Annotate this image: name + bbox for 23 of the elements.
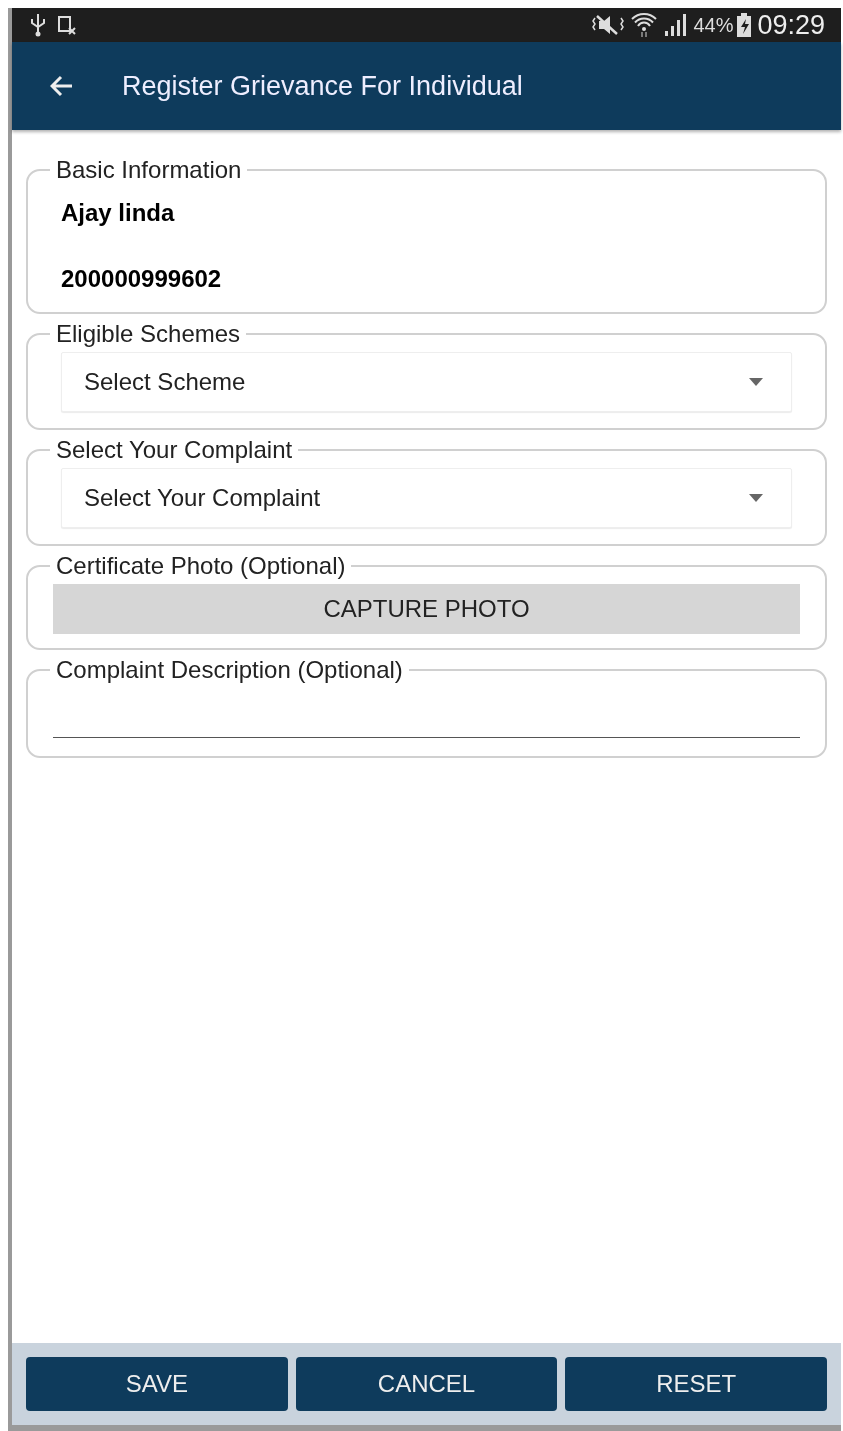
wifi-icon	[631, 12, 658, 38]
section-legend: Basic Information	[50, 156, 248, 184]
section-legend: Complaint Description (Optional)	[50, 656, 409, 684]
clock-time: 09:29	[757, 8, 825, 42]
screen-title: Register Grievance For Individual	[122, 69, 523, 103]
dropdown-field[interactable]: Select Scheme	[61, 352, 792, 412]
info-text: Ajay linda	[61, 198, 176, 228]
action-button[interactable]: SAVE	[26, 1357, 288, 1411]
usb-icon	[28, 13, 48, 37]
section-legend: Eligible Schemes	[50, 320, 247, 348]
dropdown-caret-icon	[749, 378, 763, 386]
capture-photo-button[interactable]: CAPTURE PHOTO	[53, 584, 800, 634]
section-legend: Select Your Complaint	[50, 436, 299, 464]
section-legend: Certificate Photo (Optional)	[50, 552, 352, 580]
battery-charging-icon	[737, 13, 752, 37]
screenshot-icon	[58, 15, 76, 35]
info-text: 200000999602	[61, 264, 223, 294]
action-button[interactable]: CANCEL	[295, 1357, 558, 1411]
signal-icon	[663, 13, 688, 37]
action-button[interactable]: RESET	[565, 1357, 827, 1411]
battery-percent: 44%	[693, 13, 734, 38]
dropdown-caret-icon	[749, 494, 763, 502]
dropdown-field[interactable]: Select Your Complaint	[61, 468, 792, 528]
